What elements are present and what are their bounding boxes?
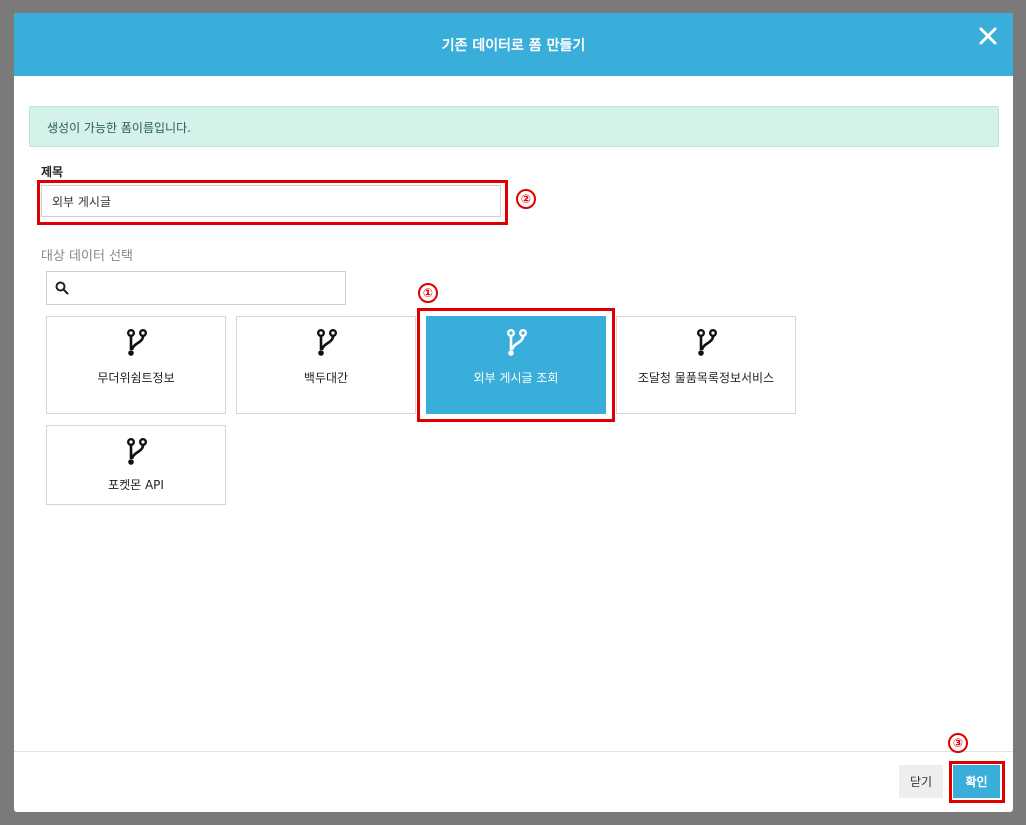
- annotation-marker-2: ②: [516, 189, 536, 209]
- alert-text: 생성이 가능한 폼이름입니다.: [47, 121, 191, 135]
- git-branch-icon: [317, 329, 337, 356]
- source-card-3[interactable]: 조달청 물품목록정보서비스: [616, 316, 796, 414]
- source-card-0[interactable]: 무더위쉼트정보: [46, 316, 226, 414]
- section-label: 대상 데이터 선택: [41, 249, 133, 264]
- dialog-title: 기존 데이터로 폼 만들기: [441, 38, 586, 54]
- status-alert: 생성이 가능한 폼이름입니다.: [29, 106, 999, 147]
- git-branch-icon: [127, 438, 147, 465]
- git-branch-icon: [127, 329, 147, 356]
- title-input[interactable]: [41, 185, 501, 217]
- search-icon: [55, 281, 69, 295]
- source-card-1[interactable]: 백두대간: [236, 316, 416, 414]
- footer-divider: [14, 751, 1013, 752]
- annotation-marker-1: ①: [418, 283, 438, 303]
- source-card-label: 외부 게시글 조회: [473, 371, 559, 385]
- source-card-label: 백두대간: [303, 371, 349, 385]
- annotation-marker-3: ③: [948, 733, 968, 753]
- title-label: 제목: [41, 165, 64, 179]
- search-input[interactable]: [77, 272, 341, 306]
- source-card-2[interactable]: 외부 게시글 조회: [426, 316, 606, 414]
- source-card-label: 포켓몬 API: [108, 478, 164, 492]
- dialog-header: 기존 데이터로 폼 만들기: [14, 13, 1013, 76]
- source-card-label: 무더위쉼트정보: [97, 371, 175, 385]
- git-branch-icon: [697, 329, 717, 356]
- close-button[interactable]: 닫기: [899, 765, 943, 798]
- search-field[interactable]: [46, 271, 346, 306]
- git-branch-icon: [507, 329, 527, 356]
- create-form-dialog: 기존 데이터로 폼 만들기 생성이 가능한 폼이름입니다. 제목 ② 대상 데이…: [14, 13, 1013, 812]
- confirm-button[interactable]: 확인: [953, 765, 1000, 798]
- source-card-label: 조달청 물품목록정보서비스: [637, 371, 775, 385]
- close-icon[interactable]: [975, 23, 1001, 49]
- source-card-4[interactable]: 포켓몬 API: [46, 425, 226, 505]
